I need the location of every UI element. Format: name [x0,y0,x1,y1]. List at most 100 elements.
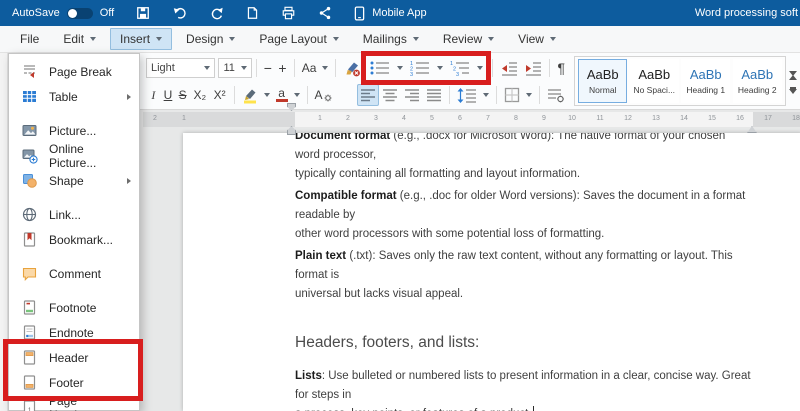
menu-item-bookmark[interactable]: Bookmark... [9,227,139,252]
font-name-select[interactable]: Light [146,58,215,78]
menu-design[interactable]: Design [176,28,245,50]
chevron-down-icon [294,93,300,97]
document-page[interactable]: Document format (e.g., .docx for Microso… [183,133,800,411]
new-document-icon[interactable] [246,6,259,20]
menu-review[interactable]: Review [433,28,504,50]
menu-page-layout[interactable]: Page Layout [249,28,348,50]
bulleted-list-button[interactable] [366,57,406,79]
submenu-arrow-icon [127,178,131,184]
style-name: Normal [589,85,616,95]
body-text: Headers, footers, and lists: [295,334,479,351]
style-name: Heading 1 [686,85,725,95]
divider [449,86,450,104]
superscript-button[interactable]: X² [210,84,230,106]
style-normal[interactable]: AaBbNormal [578,59,627,103]
menu-item-label: Header [49,351,88,365]
save-icon[interactable] [136,6,150,20]
chevron-down-icon [156,37,162,41]
share-icon[interactable] [318,6,332,20]
italic-button[interactable]: I [146,84,161,106]
paragraph-settings-icon[interactable] [544,84,568,106]
font-name-value: Light [151,62,175,74]
strikethrough-button[interactable]: S [175,84,190,106]
change-case-button[interactable]: Aa [299,57,332,79]
font-size-select[interactable]: 11 [218,58,251,78]
ruler-number: 2 [346,115,350,122]
align-center-button[interactable] [379,84,401,106]
menu-file[interactable]: File [10,28,49,50]
menu-label: Mailings [363,32,407,46]
menu-insert[interactable]: Insert [110,28,172,50]
increase-indent-icon[interactable] [521,57,545,79]
borders-button[interactable] [501,84,535,106]
style-sample: AaBb [638,67,670,83]
mobile-icon[interactable]: Mobile App [354,6,426,21]
underline-button[interactable]: U [161,84,176,106]
font-color-button[interactable]: a [273,84,303,106]
menu-item-comment[interactable]: Comment [9,261,139,286]
comment-icon [21,265,38,282]
menu-item-footer[interactable]: Footer [9,370,139,395]
menu-item-label: Bookmark... [49,233,113,247]
menu-item-footnote[interactable]: Footnote [9,295,139,320]
ruler-number: 12 [624,115,632,122]
styles-gallery: AaBbNormalAaBbNo Spaci...AaBbHeading 1Aa… [574,56,786,106]
chevron-down-icon [413,37,419,41]
divider [294,59,295,77]
menu-item-page-number[interactable]: 1Page Number... [9,395,139,411]
autosave-toggle[interactable] [67,8,93,19]
numbered-list-button[interactable]: 123 [406,57,446,79]
line-spacing-button[interactable] [454,84,492,106]
print-icon[interactable] [281,6,296,20]
style-name: Heading 2 [738,85,777,95]
align-right-button[interactable] [401,84,423,106]
ruler-number: 6 [458,115,462,122]
grow-font-button[interactable]: + [275,57,290,79]
menu-item-header[interactable]: Header [9,345,139,370]
application-window: AutoSave Off Mobile App Word processing … [0,0,800,411]
undo-icon[interactable] [172,6,187,20]
align-justify-button[interactable] [423,84,445,106]
menu-item-picture[interactable]: Picture... [9,118,139,143]
body-text: typically containing all formatting and … [295,168,580,180]
font-color-swatch [276,99,288,102]
style-no-spaci[interactable]: AaBbNo Spaci... [630,59,679,103]
menu-item-label: Comment [49,267,101,281]
style-heading-1[interactable]: AaBbHeading 1 [681,59,730,103]
style-heading-2[interactable]: AaBbHeading 2 [733,59,782,103]
menu-view[interactable]: View [508,28,566,50]
clear-formatting-icon[interactable] [340,57,364,79]
left-edge-strip [0,53,8,411]
menu-item-table[interactable]: Table [9,84,139,109]
menu-edit[interactable]: Edit [53,28,106,50]
multilevel-list-button[interactable]: 123 [446,57,486,79]
menu-item-page-break[interactable]: Page Break [9,59,139,84]
highlight-color-button[interactable] [239,84,273,106]
menu-label: File [20,32,39,46]
endnote-icon [21,324,38,341]
menu-item-shape[interactable]: Shape [9,168,139,193]
menu-item-link[interactable]: Link... [9,202,139,227]
menu-group-gap [9,193,139,202]
menu-mailings[interactable]: Mailings [353,28,429,50]
align-left-button[interactable] [357,84,379,106]
text-cursor [533,406,534,411]
bookmark-icon [21,231,38,248]
svg-text:3: 3 [410,72,413,78]
menu-item-endnote[interactable]: Endnote [9,320,139,345]
ruler-number: 7 [486,115,490,122]
chevron-down-icon [550,37,556,41]
chevron-down-icon [229,37,235,41]
text-effects-letter: A [315,88,323,102]
divider [496,86,497,104]
styles-gallery-scroll [787,58,798,104]
menu-item-label: Endnote [49,326,94,340]
menu-item-online-picture[interactable]: Online Picture... [9,143,139,168]
redo-icon[interactable] [209,6,224,20]
text-effects-button[interactable]: A [312,84,335,106]
shrink-font-button[interactable]: − [261,57,276,79]
subscript-button[interactable]: X₂ [190,84,210,106]
show-formatting-marks-button[interactable]: ¶ [554,57,568,79]
chevron-down-icon [204,66,210,70]
decrease-indent-icon[interactable] [497,57,521,79]
